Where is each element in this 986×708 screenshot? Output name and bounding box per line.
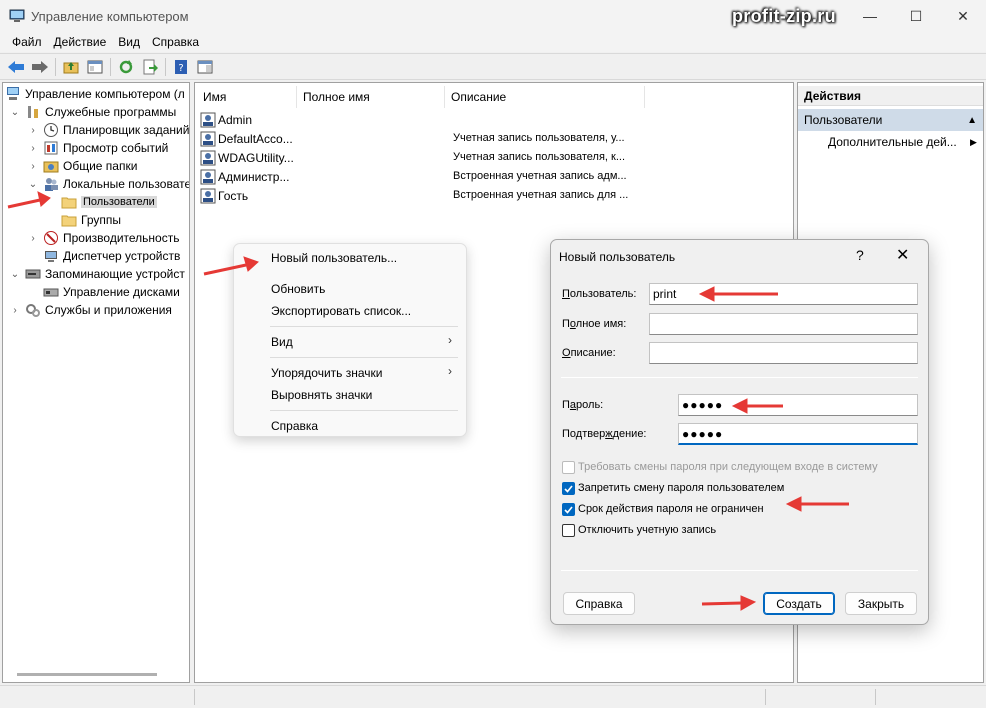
- arrow-icon: [785, 496, 849, 512]
- arrow-icon: [203, 256, 259, 276]
- arrow-icon: [7, 191, 51, 209]
- arrow-icon: [731, 398, 783, 414]
- arrow-icon: [701, 595, 757, 611]
- arrow-icon: [698, 286, 778, 302]
- annotation-arrows: [7, 191, 849, 611]
